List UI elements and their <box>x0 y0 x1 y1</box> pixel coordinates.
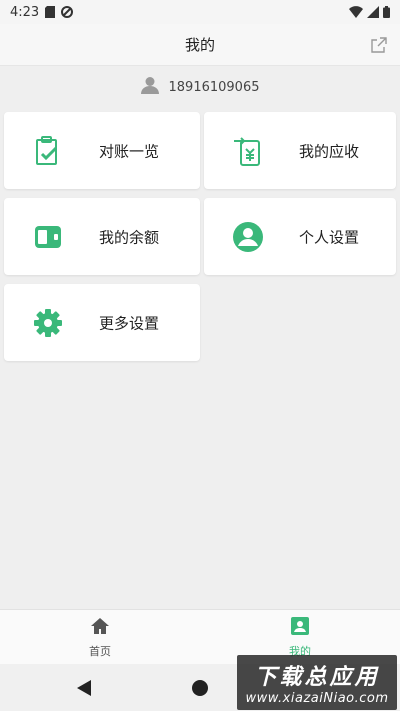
card-label: 我的应收 <box>299 142 360 160</box>
home-icon <box>90 616 110 639</box>
profile-icon <box>290 616 310 639</box>
status-time: 4:23 <box>10 4 40 20</box>
home-button[interactable] <box>192 680 208 696</box>
card-label: 个人设置 <box>299 228 360 246</box>
watermark-url: www.xiazaiNiao.com <box>245 691 389 706</box>
sync-icon <box>61 6 74 18</box>
wallet-icon <box>32 221 64 253</box>
signal-icon <box>367 6 379 18</box>
clipboard-check-icon <box>32 135 64 167</box>
card-label: 对账一览 <box>99 142 160 160</box>
card-label: 我的余额 <box>99 228 160 246</box>
status-bar: 4:23 <box>0 0 400 24</box>
nav-label: 首页 <box>89 644 111 658</box>
card-label: 更多设置 <box>99 314 160 332</box>
gear-icon <box>32 307 64 339</box>
receivable-transfer-icon <box>232 135 264 167</box>
receivable-card[interactable]: 我的应收 <box>204 112 396 189</box>
page-title: 我的 <box>184 36 215 54</box>
more-settings-card[interactable]: 更多设置 <box>4 284 200 361</box>
wifi-icon <box>349 6 363 18</box>
watermark: 下载总应用 www.xiazaiNiao.com <box>237 655 397 710</box>
title-bar: 我的 <box>0 24 400 66</box>
user-info: 18916109065 <box>0 74 400 100</box>
share-icon[interactable] <box>370 36 388 54</box>
user-phone: 18916109065 <box>168 79 260 95</box>
personal-settings-card[interactable]: 个人设置 <box>204 198 396 275</box>
avatar-icon <box>140 76 159 98</box>
watermark-title: 下载总应用 <box>254 665 380 690</box>
nav-item-home[interactable]: 首页 <box>0 610 200 664</box>
battery-icon <box>383 6 390 18</box>
user-circle-icon <box>232 221 264 253</box>
reconciliation-card[interactable]: 对账一览 <box>4 112 200 189</box>
sd-card-icon <box>45 6 56 18</box>
back-icon[interactable] <box>77 680 91 700</box>
balance-card[interactable]: 我的余额 <box>4 198 200 275</box>
